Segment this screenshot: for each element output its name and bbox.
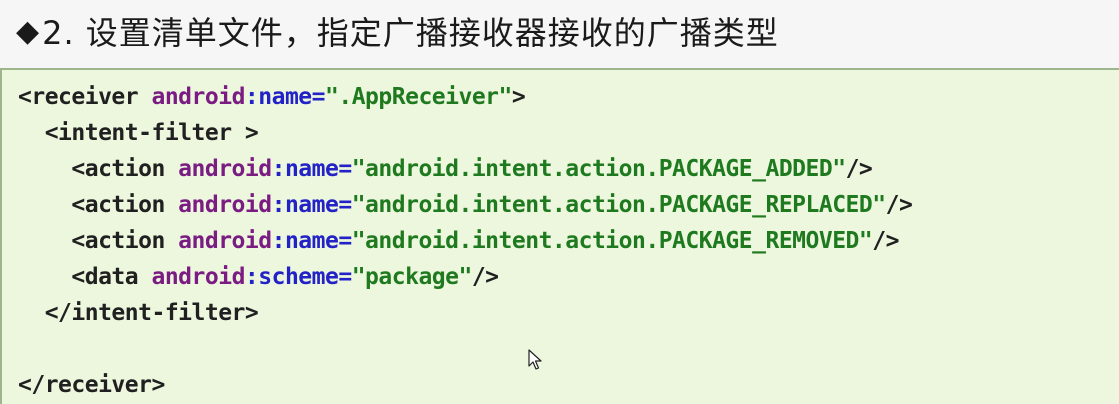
code-token-val: "package"	[351, 264, 473, 290]
code-token-punct: />	[471, 264, 499, 290]
code-line: </intent-filter>	[18, 295, 912, 331]
code-token-attr: :name=	[271, 228, 353, 254]
slide-heading: ◆ 2. 设置清单文件，指定广播接收器接收的广播类型	[16, 0, 779, 62]
code-token-ns: android	[151, 84, 245, 110]
code-token-attr: :scheme=	[244, 264, 352, 290]
code-token-val: "android.intent.action.PACKAGE_REPLACED"	[351, 192, 886, 218]
code-token-tag: <action	[18, 192, 179, 218]
code-token-tag: <intent-filter >	[18, 120, 259, 146]
code-token-punct: >	[511, 84, 526, 110]
code-token-punct: />	[885, 192, 913, 218]
code-token-val: ".AppReceiver"	[325, 84, 512, 110]
code-token-ns: android	[178, 228, 272, 254]
code-token-ns: android	[178, 156, 272, 182]
code-token-val: "android.intent.action.PACKAGE_ADDED"	[351, 156, 846, 182]
code-line: <receiver android:name=".AppReceiver">	[18, 79, 912, 115]
code-token-ns: android	[178, 192, 272, 218]
code-line: </receiver>	[18, 367, 912, 403]
code-token-tag: <receiver	[18, 84, 152, 110]
code-token-attr: :name=	[244, 84, 326, 110]
code-token-tag: <action	[18, 156, 179, 182]
code-lines: <receiver android:name=".AppReceiver"> <…	[18, 79, 913, 403]
code-token-punct: />	[872, 228, 899, 254]
code-token-ns: android	[151, 264, 245, 290]
code-token-attr: :name=	[271, 192, 353, 218]
code-token-tag: <data	[18, 264, 152, 290]
code-token-tag: </intent-filter>	[18, 300, 259, 326]
mouse-pointer-icon	[528, 349, 542, 370]
code-token-attr: :name=	[271, 156, 353, 182]
code-line: <data android:scheme="package"/>	[18, 259, 912, 295]
code-token-punct: />	[845, 156, 873, 182]
code-token-tag: <action	[18, 228, 179, 254]
code-line: <intent-filter >	[18, 115, 912, 151]
diamond-bullet-icon: ◆	[16, 13, 41, 49]
code-token-tag: </receiver>	[18, 372, 165, 398]
code-block: <receiver android:name=".AppReceiver"> <…	[0, 68, 1119, 404]
code-token-val: "android.intent.action.PACKAGE_REMOVED"	[351, 228, 873, 254]
code-line: <action android:name="android.intent.act…	[18, 187, 912, 223]
code-line: <action android:name="android.intent.act…	[18, 151, 912, 187]
heading-text: 2. 设置清单文件，指定广播接收器接收的广播类型	[42, 14, 779, 52]
code-line: <action android:name="android.intent.act…	[18, 223, 912, 259]
